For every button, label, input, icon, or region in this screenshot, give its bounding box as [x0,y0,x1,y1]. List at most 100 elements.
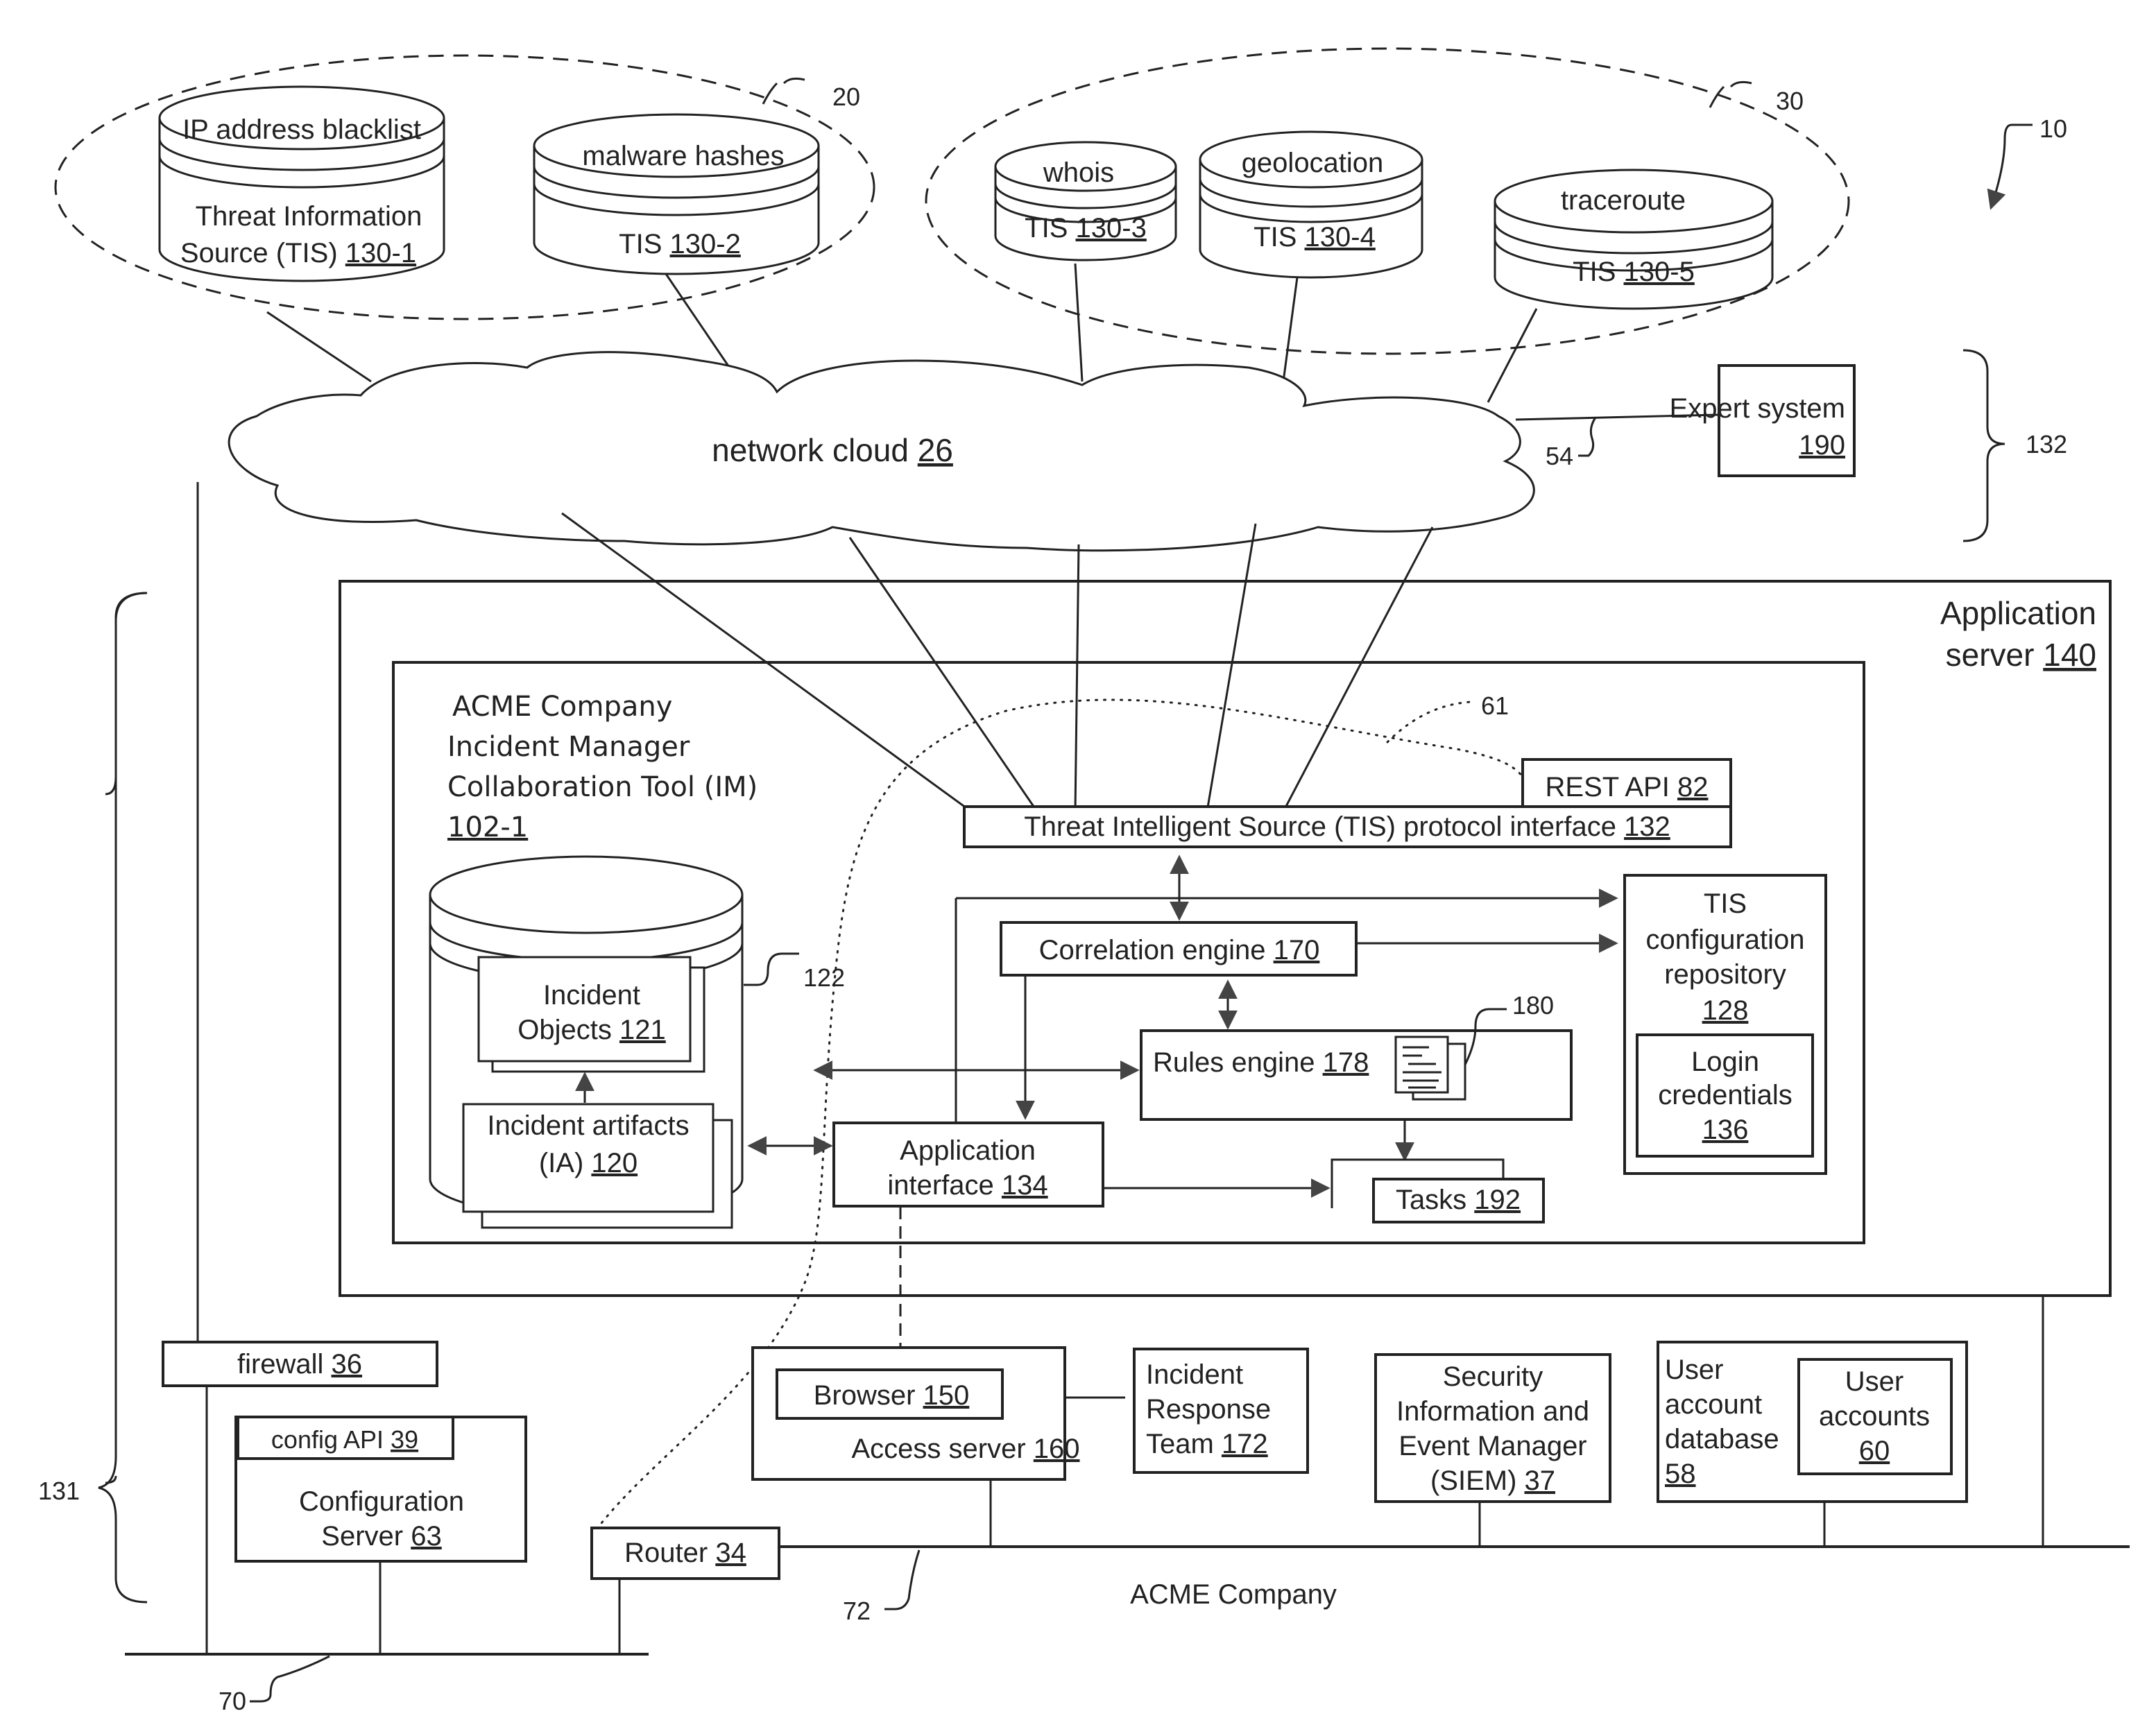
tis-130-5-top-label: traceroute [1561,185,1686,216]
svg-text:config API 39: config API 39 [271,1425,418,1454]
browser-ref: 150 [923,1380,970,1411]
network-cloud[interactable]: network cloud 26 [228,351,1535,552]
firewall-label: firewall [237,1349,332,1380]
router-ref: 34 [715,1538,746,1568]
app-if-line2: interface [887,1170,1002,1201]
svg-text:(SIEM) 37: (SIEM) 37 [1430,1466,1555,1496]
svg-text:Source (TIS) 130-1: Source (TIS) 130-1 [180,238,416,268]
tis-130-1-top-label: IP address blacklist [182,114,421,145]
tis-130-2-top-label: malware hashes [582,141,784,171]
correlation-engine[interactable]: Correlation engine 170 [1000,921,1358,977]
incident-response-team[interactable]: Incident Response Team 172 [1133,1348,1309,1474]
tis-130-1-database[interactable]: IP address blacklist Threat Information … [158,85,445,282]
network-70-ref: 70 [219,1687,246,1715]
siem-line2: Information and [1396,1396,1589,1427]
app-if-line1: Application [900,1135,1036,1166]
incident-artifacts-ref: 120 [591,1148,638,1178]
browser[interactable]: Browser 150 [776,1368,1004,1420]
application-interface[interactable]: Application interface 134 [832,1122,1104,1208]
figure-10-arrow [1987,123,2033,210]
group-30-leader [1709,80,1752,108]
db-122-ref: 122 [803,963,845,992]
tis-130-2-ref: 130-2 [670,229,741,259]
tis-interface-label: Threat Intelligent Source (TIS) protocol… [1024,811,1624,842]
rules-180-ref: 180 [1512,991,1554,1020]
svg-text:Objects 121: Objects 121 [517,1015,665,1045]
expert-system-label: Expert system [1670,393,1845,424]
app-if-ref: 134 [1002,1170,1048,1201]
user-accounts-ref: 60 [1859,1436,1890,1466]
rules-engine-ref: 178 [1323,1047,1369,1078]
svg-text:REST API 82: REST API 82 [1546,772,1709,802]
tis-130-5-database[interactable]: traceroute TIS 130-5 [1494,169,1774,310]
svg-text:Server 63: Server 63 [321,1521,441,1552]
expert-system-box[interactable]: Expert system 190 [1670,364,1856,477]
acme-company-label: ACME Company [1130,1579,1337,1610]
brace-132 [1962,349,2005,542]
siem-line1: Security [1443,1361,1543,1392]
tasks-ref: 192 [1474,1185,1521,1215]
tis-repo-line1: TIS [1704,888,1747,919]
im-line1: ACME Company [452,691,672,723]
firewall[interactable]: firewall 36 [162,1341,438,1387]
svg-text:Team 172: Team 172 [1146,1429,1268,1459]
brace-131 [105,592,148,1484]
incident-objects[interactable]: Incident Objects 121 [477,956,705,1073]
tis-130-3-database[interactable]: whois TIS 130-3 [994,141,1177,261]
browser-label: Browser [814,1380,923,1411]
svg-text:Tasks 192: Tasks 192 [1396,1185,1521,1215]
rest-api-box[interactable]: REST API 82 [1521,758,1732,808]
tis-130-5-label: TIS [1573,257,1623,287]
login-line2: credentials [1658,1080,1792,1110]
svg-text:network cloud 26: network cloud 26 [712,432,953,468]
router-label: Router [624,1538,715,1568]
firewall-ref: 36 [332,1349,363,1380]
svg-text:Access server 160: Access server 160 [851,1434,1079,1464]
system-diagram: 20 30 10 IP address blacklist Threat Inf… [38,47,2130,1715]
config-server-line1: Configuration [299,1486,464,1517]
svg-text:firewall 36: firewall 36 [237,1349,362,1380]
group-30-ref: 30 [1776,87,1804,115]
svg-text:TIS 130-2: TIS 130-2 [619,229,741,259]
tis-130-3-ref: 130-3 [1076,213,1147,243]
incident-artifacts[interactable]: Incident artifacts (IA) 120 [462,1103,733,1229]
rules-engine-label: Rules engine [1153,1047,1323,1078]
tis-130-4-top-label: geolocation [1242,148,1384,178]
tis-130-3-label: TIS [1025,213,1075,243]
config-api-ref: 39 [391,1425,418,1454]
svg-text:TIS 130-3: TIS 130-3 [1025,213,1147,243]
config-api[interactable]: config API 39 [237,1416,454,1460]
irt-line1: Incident [1146,1359,1243,1390]
path-61-ref: 61 [1481,691,1509,720]
tis-interface-ref: 132 [1624,811,1670,842]
login-credentials[interactable]: Login credentials 136 [1636,1033,1814,1158]
config-server-ref: 63 [411,1521,442,1552]
link-54-ref: 54 [1546,442,1573,470]
brace-131-ref: 131 [38,1477,80,1505]
correlation-engine-ref: 170 [1274,935,1320,965]
tis-130-4-database[interactable]: geolocation TIS 130-4 [1199,130,1423,279]
svg-text:interface 134: interface 134 [887,1170,1047,1201]
app-server-ref: 140 [2043,637,2096,673]
user-accounts[interactable]: User accounts 60 [1797,1358,1953,1475]
network-cloud-ref: 26 [918,432,953,468]
rules-engine[interactable]: Rules engine 178 [1140,1029,1573,1121]
tis-130-2-database[interactable]: malware hashes TIS 130-2 [533,113,820,275]
im-ref: 102-1 [447,811,528,843]
tis-130-1-ref: 130-1 [345,238,416,268]
router[interactable]: Router 34 [590,1527,780,1580]
rest-api-label: REST API [1546,772,1677,802]
app-server-line2: server [1946,637,2044,673]
rules-document-icon [1394,1036,1466,1101]
tis-130-5-ref: 130-5 [1624,257,1695,287]
irt-line2: Response [1146,1394,1271,1425]
uadb-line1: User [1665,1355,1723,1385]
tis-protocol-interface[interactable]: Threat Intelligent Source (TIS) protocol… [963,805,1732,848]
svg-text:Threat Intelligent Source (TIS: Threat Intelligent Source (TIS) protocol… [1024,811,1670,842]
config-api-label: config API [271,1425,391,1454]
incident-artifacts-line1: Incident artifacts [487,1110,689,1141]
tis-130-3-top-label: whois [1043,157,1114,188]
uadb-ref: 58 [1665,1459,1696,1489]
svg-text:TIS 130-4: TIS 130-4 [1254,222,1376,252]
siem[interactable]: Security Information and Event Manager (… [1374,1353,1611,1503]
